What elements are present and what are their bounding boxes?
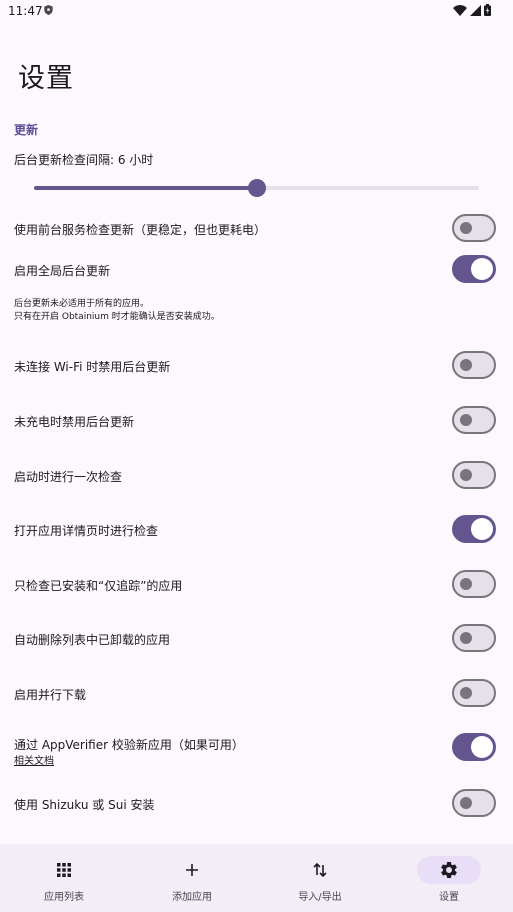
toggle-auto-remove-uninstalled[interactable] <box>452 624 496 652</box>
toggle-check-on-start[interactable] <box>452 461 496 489</box>
cell-signal-icon <box>470 4 481 16</box>
toggle-disable-without-wifi[interactable] <box>452 351 496 379</box>
nav-indicator <box>417 856 481 884</box>
setting-row-only-installed-tracked[interactable]: 只检查已安装和“仅追踪”的应用 <box>0 565 513 605</box>
toggle-shizuku-install[interactable] <box>452 789 496 817</box>
setting-row-auto-remove-uninstalled[interactable]: 自动删除列表中已卸载的应用 <box>0 619 513 659</box>
toggle-knob <box>471 736 493 758</box>
wifi-icon <box>453 4 467 16</box>
status-bar: 11:47 <box>0 0 513 22</box>
nav-item-add-app[interactable]: 添加应用 <box>128 844 256 912</box>
setting-row-appverifier[interactable]: 通过 AppVerifier 校验新应用（如果可用） <box>0 728 513 768</box>
setting-label: 启用并行下载 <box>14 688 87 702</box>
setting-row-check-on-details[interactable]: 打开应用详情页时进行检查 <box>0 510 513 550</box>
nav-indicator <box>32 856 96 884</box>
toggle-disable-not-charging[interactable] <box>452 406 496 434</box>
setting-label: 未连接 Wi-Fi 时禁用后台更新 <box>14 360 171 374</box>
shield-icon <box>44 5 53 15</box>
toggle-knob <box>460 359 472 371</box>
slider-thumb[interactable] <box>247 179 266 197</box>
section-header-updates: 更新 <box>14 123 39 137</box>
toggle-knob <box>460 414 472 426</box>
note-line: 只有在开启 Obtainium 时才能确认是否安装成功。 <box>14 312 220 322</box>
setting-row-disable-without-wifi[interactable]: 未连接 Wi-Fi 时禁用后台更新 <box>0 346 513 386</box>
toggle-foreground-service[interactable] <box>452 214 496 242</box>
setting-row-foreground-service[interactable]: 使用前台服务检查更新（更稳定，但也更耗电） <box>0 209 513 249</box>
add-icon <box>186 864 198 876</box>
setting-row-check-on-start[interactable]: 启动时进行一次检查 <box>0 456 513 496</box>
toggle-knob <box>460 222 472 234</box>
nav-item-settings[interactable]: 设置 <box>385 844 513 912</box>
apps-grid-icon <box>57 863 71 877</box>
setting-label: 使用前台服务检查更新（更稳定，但也更耗电） <box>14 223 267 237</box>
setting-row-shizuku-install[interactable]: 使用 Shizuku 或 Sui 安装 <box>0 784 513 824</box>
setting-label: 启动时进行一次检查 <box>14 470 123 484</box>
setting-label: 自动删除列表中已卸载的应用 <box>14 633 171 647</box>
update-interval-label: 后台更新检查间隔: 6 小时 <box>14 153 154 167</box>
toggle-appverifier[interactable] <box>452 733 496 761</box>
update-interval-slider[interactable] <box>34 178 479 198</box>
toggle-parallel-downloads[interactable] <box>452 679 496 707</box>
related-docs-link[interactable]: 相关文档 <box>14 752 54 767</box>
toggle-check-on-details[interactable] <box>452 515 496 543</box>
toggle-knob <box>471 258 493 280</box>
toggle-only-installed-tracked[interactable] <box>452 570 496 598</box>
setting-label: 使用 Shizuku 或 Sui 安装 <box>14 798 155 812</box>
toggle-knob <box>460 469 472 481</box>
slider-track-active <box>34 186 257 190</box>
nav-item-apps[interactable]: 应用列表 <box>0 844 128 912</box>
setting-row-parallel-downloads[interactable]: 启用并行下载 <box>0 674 513 714</box>
toggle-knob <box>460 632 472 644</box>
nav-label: 导入/导出 <box>298 892 342 903</box>
battery-icon <box>484 4 491 16</box>
toggle-knob <box>460 797 472 809</box>
page-title: 设置 <box>18 63 74 94</box>
nav-indicator <box>160 856 224 884</box>
setting-row-disable-not-charging[interactable]: 未充电时禁用后台更新 <box>0 401 513 441</box>
setting-label: 启用全局后台更新 <box>14 264 111 278</box>
setting-label: 打开应用详情页时进行检查 <box>14 524 159 538</box>
bottom-navigation: 应用列表 添加应用 导入/导出 设置 <box>0 844 513 912</box>
toggle-knob <box>460 578 472 590</box>
nav-label: 添加应用 <box>172 892 212 903</box>
setting-label: 通过 AppVerifier 校验新应用（如果可用） <box>14 738 244 752</box>
nav-label: 应用列表 <box>44 892 84 903</box>
gear-icon <box>441 862 457 878</box>
nav-label: 设置 <box>439 892 459 903</box>
setting-row-global-background-update[interactable]: 启用全局后台更新 <box>0 250 513 290</box>
toggle-knob <box>460 687 472 699</box>
nav-item-import-export[interactable]: 导入/导出 <box>256 844 384 912</box>
nav-indicator <box>288 856 352 884</box>
setting-label: 未充电时禁用后台更新 <box>14 415 135 429</box>
note-line: 后台更新未必适用于所有的应用。 <box>14 299 150 309</box>
setting-label: 只检查已安装和“仅追踪”的应用 <box>14 579 183 593</box>
background-update-note: 后台更新未必适用于所有的应用。 只有在开启 Obtainium 时才能确认是否安… <box>14 298 220 324</box>
import-export-icon <box>313 862 327 878</box>
toggle-global-background-update[interactable] <box>452 255 496 283</box>
status-icons <box>453 4 491 16</box>
toggle-knob <box>471 518 493 540</box>
status-time: 11:47 <box>8 4 43 18</box>
